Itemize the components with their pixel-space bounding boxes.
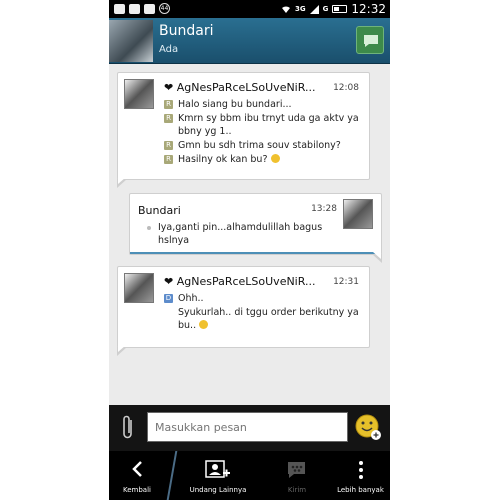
bullet-icon [147,226,151,230]
battery-icon [332,5,348,13]
signal-icon [309,4,319,14]
smile-emoticon-icon [270,154,280,163]
message-line: Iya,ganti pin...alhamdulillah bagus hsln… [144,221,324,247]
message-sender: ❤ AgNesPaRceLSoUveNiR... [164,275,316,288]
bubble-tail [117,345,127,356]
bbm-logo-icon [288,462,305,478]
mail-notification-icon [129,3,140,14]
message-line: R Gmn bu sdh trima souv stabilony? [164,139,369,152]
read-receipt-icon: R [164,155,173,164]
message-text: Ohh.. [178,293,204,304]
message-text: Hasilny ok kan bu? [178,154,268,165]
network-type: 3G [295,5,306,13]
message-text: Iya,ganti pin...alhamdulillah bagus hsln… [158,222,323,246]
message-line: R Hasilny ok kan bu? [164,153,369,166]
delivered-receipt-icon: D [164,294,173,303]
message-time: 12:31 [333,277,359,287]
more-label: Lebih banyak [337,486,384,494]
back-button[interactable]: Kembali [109,451,165,500]
message-time: 13:28 [311,204,337,214]
message-text: Gmn bu sdh trima souv stabilony? [178,140,341,151]
sender-avatar[interactable] [124,79,154,109]
attach-paperclip-icon[interactable] [120,414,136,442]
invite-more-button[interactable]: Undang Lainnya [179,451,257,500]
read-receipt-icon: R [164,100,173,109]
message-line: R Halo siang bu bundari... [164,98,369,111]
bbm-chat-screen: 44 3G G 12:32 Bundari Ada ❤ AgNesPaRceLS… [109,0,390,500]
chat-header: Bundari Ada [109,18,390,64]
message-text: Kmrn sy bbm ibu trnyt uda ga aktv ya bbn… [178,113,359,137]
contact-name[interactable]: Bundari [159,23,213,39]
chat-bubble-icon [364,35,378,47]
message-lines: D Ohh.. Syukurlah.. di tggu order beriku… [164,292,369,333]
bbm-notification-icon [114,3,125,14]
sender-avatar[interactable] [124,273,154,303]
message-bubble-incoming[interactable]: ❤ AgNesPaRceLSoUveNiR... 12:08 R Halo si… [117,72,370,188]
chevron-left-icon [132,461,142,477]
message-input-bar [109,405,390,451]
send-button[interactable]: Kirim [269,451,325,500]
bubble-tail [117,177,127,188]
message-line: Syukurlah.. di tggu order berikutny ya b… [164,306,369,332]
notification-count: 44 [159,3,170,14]
status-time: 12:32 [351,2,386,16]
send-label: Kirim [287,486,307,494]
message-lines: Iya,ganti pin...alhamdulillah bagus hsln… [144,221,324,248]
message-sender: ❤ AgNesPaRceLSoUveNiR... [164,81,316,94]
message-text: Halo siang bu bundari... [178,99,292,110]
message-line: D Ohh.. [164,292,369,305]
contact-status: Ada [159,44,179,55]
back-label: Kembali [123,486,151,494]
message-bubble-outgoing[interactable]: Bundari 13:28 Iya,ganti pin...alhamdulil… [129,193,382,263]
add-contact-icon [205,460,230,478]
more-button[interactable]: Lebih banyak [331,451,390,500]
contact-avatar[interactable] [109,20,153,62]
message-bubble-incoming[interactable]: ❤ AgNesPaRceLSoUveNiR... 12:31 D Ohh.. S… [117,266,370,356]
emoticon-picker-icon[interactable] [354,413,382,441]
message-sender: Bundari [138,204,181,217]
read-receipt-icon: R [164,141,173,150]
bottom-action-bar: Kembali Undang Lainnya Kirim Lebih banya… [109,451,390,500]
bubble-tail [372,252,382,263]
download-icon [144,3,155,14]
status-bar: 44 3G G 12:32 [109,0,390,18]
chat-options-button[interactable] [356,26,384,54]
read-receipt-icon: R [164,114,173,123]
invite-label: Undang Lainnya [189,486,247,494]
smile-emoticon-icon [199,320,209,329]
overflow-menu-icon [358,461,363,479]
message-input[interactable] [147,412,348,442]
message-line: R Kmrn sy bbm ibu trnyt uda ga aktv ya b… [164,112,369,138]
sender-avatar[interactable] [343,199,373,229]
signal-type: G [322,5,329,13]
wifi-icon [282,5,291,13]
message-time: 12:08 [333,83,359,93]
bubble-accent [130,252,381,254]
message-lines: R Halo siang bu bundari... R Kmrn sy bbm… [164,98,369,167]
